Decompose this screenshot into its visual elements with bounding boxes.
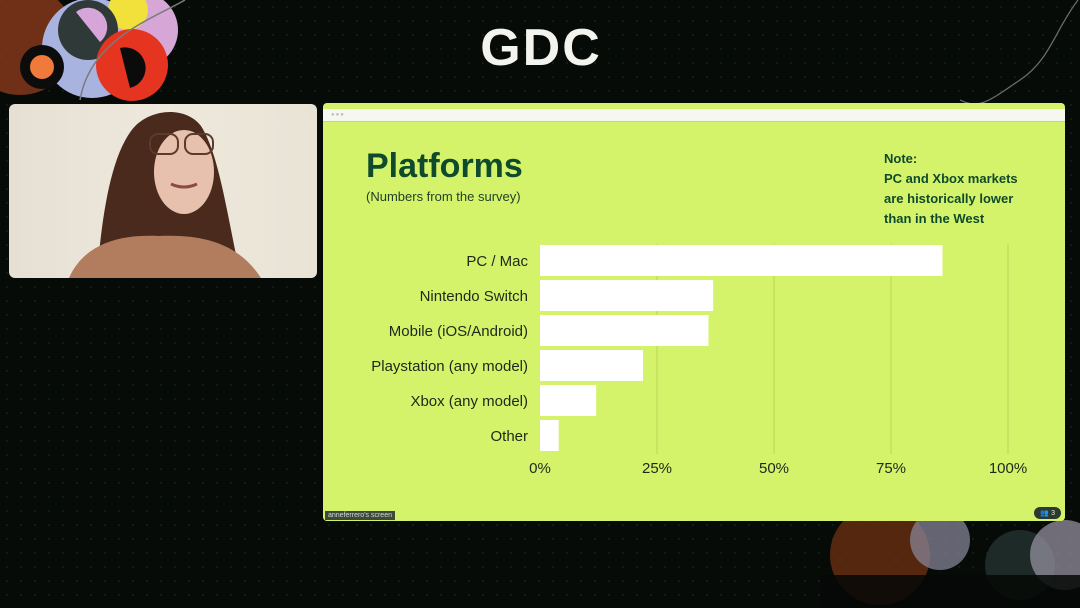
decorative-curve-right: [960, 0, 1079, 105]
bar: [540, 385, 597, 416]
bar: [540, 420, 559, 451]
category-label: Xbox (any model): [410, 393, 528, 410]
x-tick-label: 75%: [876, 460, 906, 477]
speaker-video-feed: [69, 112, 261, 278]
bar: [540, 350, 643, 381]
bar: [540, 280, 714, 311]
x-tick-label: 100%: [989, 460, 1027, 477]
platforms-bar-chart: 0% 25% 50% 75% 100% PC / Mac Nintendo Switch Mo…: [371, 244, 1027, 477]
screen-share-window[interactable]: ●●● Platforms (Numbers from the survey) …: [323, 103, 1065, 521]
bar: [540, 245, 943, 276]
people-icon: 👥: [1040, 510, 1050, 517]
x-tick-label: 25%: [642, 460, 672, 477]
category-label: PC / Mac: [466, 253, 528, 270]
category-label: Other: [490, 428, 528, 445]
participants-badge[interactable]: 👥 3: [1034, 507, 1061, 519]
participants-count: 3: [1051, 510, 1055, 517]
category-label: Mobile (iOS/Android): [389, 323, 528, 340]
category-label: Nintendo Switch: [420, 288, 528, 305]
x-tick-label: 0%: [529, 460, 551, 477]
gdc-logo: GDC: [480, 19, 602, 77]
x-tick-label: 50%: [759, 460, 789, 477]
decorative-shapes-bottom-right: [820, 515, 1080, 608]
decorative-shapes-top-left: [0, 0, 186, 101]
category-label: Playstation (any model): [371, 358, 528, 375]
webcam-video-tile[interactable]: [9, 104, 317, 278]
screen-share-label: anneferrero's screen: [325, 511, 395, 520]
bar: [540, 315, 709, 346]
